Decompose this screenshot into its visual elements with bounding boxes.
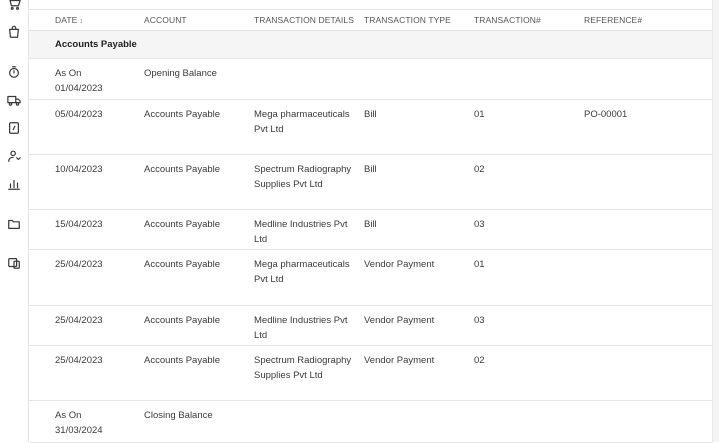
sort-icon[interactable]: ↕	[79, 18, 83, 25]
cell-number: 03	[474, 219, 485, 230]
table-row[interactable]: 25/04/2023 Accounts Payable Mega pharmac…	[29, 250, 712, 306]
table-row[interactable]: 10/04/2023 Accounts Payable Spectrum Rad…	[29, 155, 712, 210]
table-header: DATE ↕ ACCOUNT TRANSACTION DETAILS TRANSA…	[29, 10, 712, 31]
cell-number: 02	[474, 355, 485, 366]
cart-icon[interactable]	[6, 0, 22, 12]
truck-icon[interactable]	[6, 92, 22, 108]
column-header-type: TRANSACTION TYPE	[364, 15, 451, 25]
cell-account: Accounts Payable	[144, 109, 221, 120]
table-row[interactable]: 05/04/2023 Accounts Payable Mega pharmac…	[29, 100, 712, 155]
cell-date: 15/04/2023	[55, 219, 103, 230]
cell-number: 01	[474, 259, 485, 270]
group-label: Accounts Payable	[55, 39, 137, 50]
cell-account: Closing Balance	[144, 410, 213, 421]
cell-details: Medline Industries Pvt Ltd	[254, 315, 348, 341]
cell-details: Spectrum Radiography Supplies Pvt Ltd	[254, 164, 352, 190]
column-header-account: ACCOUNT	[144, 15, 187, 25]
table-row: As On 01/04/2023 Opening Balance	[29, 59, 712, 100]
column-header-date[interactable]: DATE ↕	[55, 15, 83, 25]
cell-type: Vendor Payment	[364, 259, 435, 270]
scrollbar[interactable]	[712, 0, 719, 442]
column-header-number: TRANSACTION#	[474, 15, 541, 25]
cell-number: 03	[474, 315, 485, 326]
group-row: Accounts Payable	[29, 31, 712, 59]
cell-details: Mega pharmaceuticals Pvt Ltd	[254, 109, 350, 135]
cell-type: Bill	[364, 164, 377, 175]
cell-account: Accounts Payable	[144, 315, 221, 326]
cell-details: Medline Industries Pvt Ltd	[254, 219, 348, 245]
cell-date: As On 31/03/2024	[55, 410, 103, 436]
column-header-reference: REFERENCE#	[584, 15, 643, 25]
cell-type: Vendor Payment	[364, 315, 435, 326]
cell-number: 02	[474, 164, 485, 175]
folder-icon[interactable]	[6, 216, 22, 232]
user-tie-icon[interactable]	[6, 148, 22, 164]
bar-chart-icon[interactable]	[6, 176, 22, 192]
stopwatch-icon[interactable]	[6, 64, 22, 80]
cell-type: Bill	[364, 109, 377, 120]
cell-account: Accounts Payable	[144, 355, 221, 366]
cell-date: 25/04/2023	[55, 315, 103, 326]
cell-reference: PO-00001	[584, 109, 628, 120]
table-row: As On 31/03/2024 Closing Balance	[29, 401, 712, 443]
cell-type: Vendor Payment	[364, 355, 435, 366]
cell-account: Opening Balance	[144, 68, 217, 79]
table-row[interactable]: 15/04/2023 Accounts Payable Medline Indu…	[29, 210, 712, 250]
cell-type: Bill	[364, 219, 377, 230]
table-row[interactable]: 25/04/2023 Accounts Payable Medline Indu…	[29, 306, 712, 346]
cell-date: 25/04/2023	[55, 355, 103, 366]
bag-icon[interactable]	[6, 24, 22, 40]
table-row[interactable]: 25/04/2023 Accounts Payable Spectrum Rad…	[29, 346, 712, 401]
cell-number: 01	[474, 109, 485, 120]
cell-date: 05/04/2023	[55, 109, 103, 120]
cell-account: Accounts Payable	[144, 259, 221, 270]
invoice-icon[interactable]	[6, 120, 22, 136]
cell-details: Spectrum Radiography Supplies Pvt Ltd	[254, 355, 352, 381]
cell-account: Accounts Payable	[144, 219, 221, 230]
sidebar	[0, 0, 29, 442]
cell-details: Mega pharmaceuticals Pvt Ltd	[254, 259, 350, 285]
cell-date: 10/04/2023	[55, 164, 103, 175]
column-header-details: TRANSACTION DETAILS	[254, 15, 354, 25]
cell-account: Accounts Payable	[144, 164, 221, 175]
bill-scan-icon[interactable]	[6, 255, 22, 271]
cell-date: 25/04/2023	[55, 259, 103, 270]
cell-date: As On 01/04/2023	[55, 68, 103, 94]
